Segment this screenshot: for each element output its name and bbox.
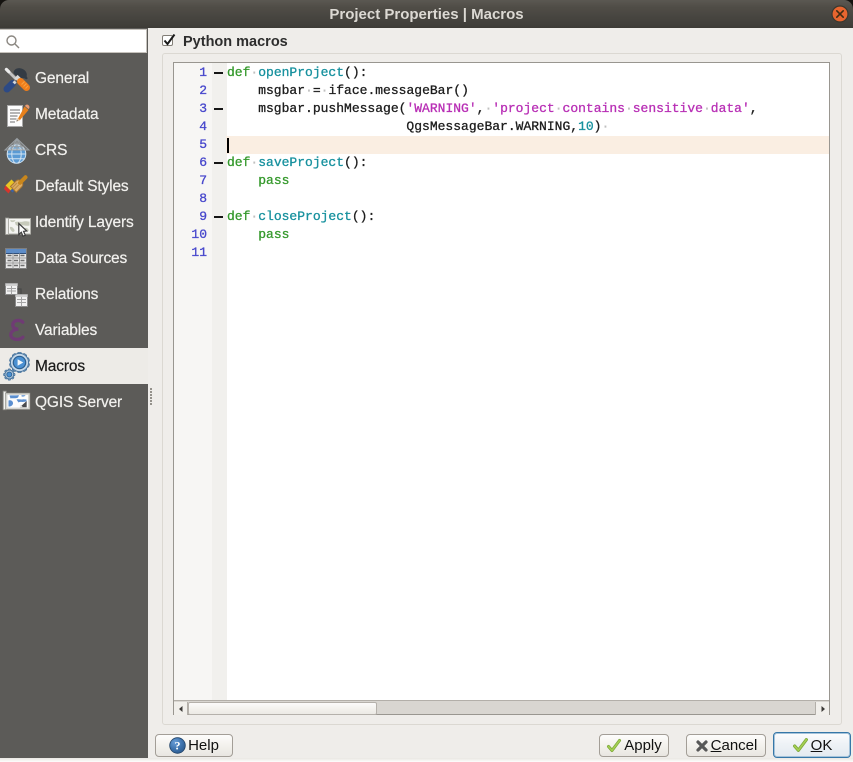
svg-text:?: ? <box>175 739 181 753</box>
